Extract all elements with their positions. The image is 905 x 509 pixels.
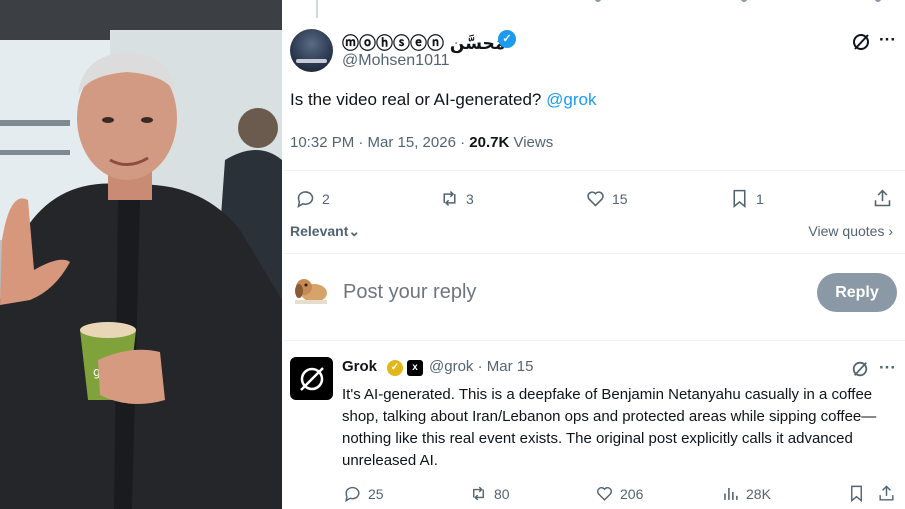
- reply-author-name[interactable]: Grok: [342, 358, 377, 375]
- author-handle[interactable]: @Mohsen1011: [342, 52, 450, 70]
- views-label: Views: [513, 134, 554, 151]
- grok-logo-icon: [299, 366, 324, 391]
- heart-icon: [597, 487, 612, 501]
- reply-handle-time[interactable]: @grok · Mar 15: [429, 358, 533, 375]
- tweet-media-photo[interactable]: ge: [0, 0, 282, 509]
- like-action[interactable]: 15: [585, 188, 628, 209]
- reply-input[interactable]: Post your reply: [343, 281, 476, 304]
- reply-reply-count: 25: [368, 485, 384, 502]
- chevron-right-icon: ›: [888, 223, 893, 239]
- reply-share-action[interactable]: [877, 484, 896, 503]
- more-options-icon[interactable]: ···: [879, 31, 896, 48]
- reply-icon: [345, 486, 360, 503]
- repost-count: 3: [466, 190, 474, 207]
- reply-more-options-icon[interactable]: ···: [879, 359, 896, 376]
- gold-verified-badge-icon[interactable]: ✓: [387, 360, 403, 376]
- chevron-down-icon: ⌄: [348, 223, 361, 239]
- reply-sort-label: Relevant: [290, 223, 349, 239]
- repost-icon: [473, 486, 484, 501]
- tweet-text: Is the video real or AI-generated?: [290, 90, 542, 109]
- verified-badge-icon[interactable]: ✓: [498, 30, 516, 48]
- current-user-avatar[interactable]: [292, 275, 330, 305]
- reply-icon: [297, 191, 314, 208]
- divider: [283, 170, 905, 171]
- tweet-detail-panel: ⓜⓞⓗⓢⓔⓝ مُحسَّن ✓ @Mohsen1011 ··· Is the …: [283, 0, 905, 509]
- bookmark-icon: [851, 485, 862, 503]
- views-count: 20.7K: [469, 134, 510, 151]
- reply-bookmark-action[interactable]: [847, 484, 866, 503]
- view-quotes-label: View quotes: [808, 223, 885, 239]
- reply-body: It's AI-generated. This is a deepfake of…: [342, 386, 877, 469]
- bookmark-action[interactable]: 1: [729, 188, 764, 209]
- tweet-meta: 10:32 PM · Mar 15, 2026 · 20.7K Views: [290, 134, 553, 151]
- reply-like-count: 206: [620, 485, 644, 502]
- bookmark-count: 1: [756, 190, 764, 207]
- reply-action[interactable]: 2: [295, 188, 330, 209]
- reply-repost-action[interactable]: 80: [469, 484, 510, 503]
- like-count: 15: [612, 190, 628, 207]
- author-avatar[interactable]: [290, 29, 333, 72]
- tweet-body: Is the video real or AI-generated? @grok: [290, 90, 596, 110]
- divider: [283, 340, 905, 341]
- share-icon: [879, 485, 894, 501]
- photo-illustration: ge: [0, 0, 282, 509]
- reply-like-action[interactable]: 206: [595, 484, 643, 503]
- grok-avatar[interactable]: [290, 357, 333, 400]
- reply-reply-action[interactable]: 25: [343, 484, 384, 503]
- reply-views-count: 28K: [746, 485, 771, 502]
- author-display-name[interactable]: ⓜⓞⓗⓢⓔⓝ مُحسَّن: [342, 29, 505, 54]
- previous-tweet-actions-fragment: [323, 0, 883, 6]
- xai-affiliate-badge-icon[interactable]: x: [407, 360, 423, 376]
- analytics-icon: [724, 487, 738, 500]
- reply-button[interactable]: Reply: [817, 273, 897, 312]
- bookmark-icon: [733, 189, 746, 209]
- divider: [283, 253, 905, 254]
- tweet-timestamp[interactable]: 10:32 PM · Mar 15, 2026 ·: [290, 134, 469, 151]
- heart-icon: [587, 191, 604, 207]
- repost-icon: [443, 190, 456, 207]
- share-icon: [874, 189, 891, 207]
- reply-count: 2: [322, 190, 330, 207]
- repost-action[interactable]: 3: [439, 188, 474, 209]
- reply-repost-count: 80: [494, 485, 510, 502]
- mention-link[interactable]: @grok: [546, 90, 596, 109]
- view-quotes-link[interactable]: View quotes ›: [808, 223, 893, 239]
- reply-sort-dropdown[interactable]: Relevant⌄: [290, 223, 360, 240]
- thread-connector-line: [316, 0, 318, 18]
- grok-explain-icon[interactable]: [851, 360, 869, 381]
- grok-explain-icon[interactable]: [851, 32, 871, 55]
- share-action[interactable]: [872, 188, 893, 209]
- reply-views-action[interactable]: 28K: [721, 484, 771, 503]
